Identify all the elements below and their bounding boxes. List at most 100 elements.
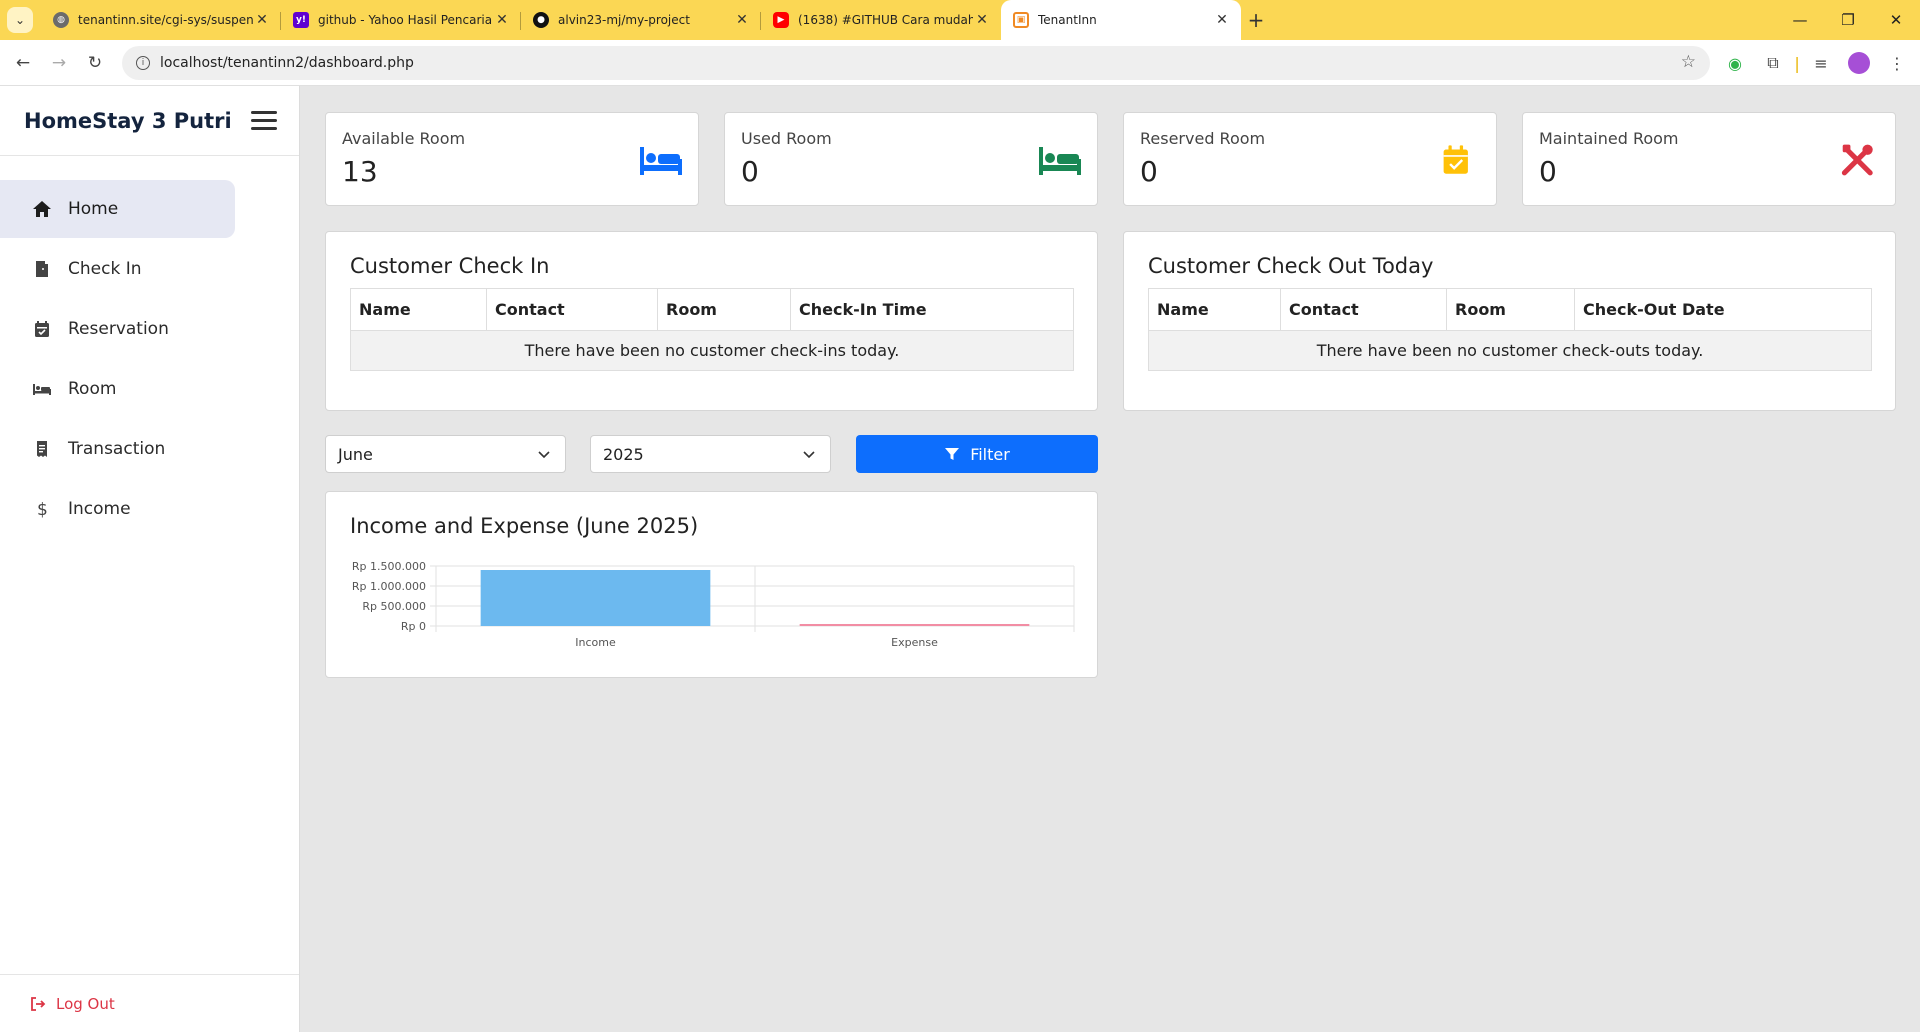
- column-header: Check-In Time: [790, 288, 1074, 331]
- media-queue-icon[interactable]: ≡: [1806, 48, 1836, 78]
- tab-title: alvin23-mj/my-project: [558, 13, 690, 27]
- close-tab-icon[interactable]: ✕: [733, 12, 751, 28]
- chevron-down-icon: [803, 451, 815, 459]
- yahoo-icon: y!: [293, 12, 309, 28]
- browser-tab[interactable]: ▶ (1638) #GITHUB Cara mudah d ✕: [761, 0, 1001, 40]
- profile-avatar-icon[interactable]: [1844, 48, 1874, 78]
- brand-title: HomeStay 3 Putri: [24, 108, 232, 133]
- y-tick-label: Rp 1.500.000: [352, 560, 426, 573]
- sidebar-item-label: Home: [68, 199, 119, 219]
- stat-value: 13: [342, 155, 378, 188]
- column-header: Room: [1446, 288, 1575, 331]
- globe-icon: ◍: [53, 12, 69, 28]
- sidebar-item-label: Income: [68, 499, 131, 519]
- extension-eye-icon[interactable]: ◉: [1720, 48, 1750, 78]
- receipt-icon: [37, 441, 47, 457]
- column-header: Name: [1148, 288, 1281, 331]
- stat-label: Available Room: [342, 129, 466, 148]
- sidebar-item-reservation[interactable]: Reservation: [0, 300, 235, 358]
- sidebar-item-home[interactable]: Home: [0, 180, 235, 238]
- close-tab-icon[interactable]: ✕: [973, 12, 991, 28]
- browser-tab-active[interactable]: ▣ TenantInn ✕: [1001, 0, 1241, 40]
- bar-income: [480, 570, 711, 626]
- check-out-panel: Customer Check Out Today Name Contact Ro…: [1123, 231, 1896, 411]
- toolbar-divider: |: [1794, 53, 1800, 73]
- tools-icon: [1841, 144, 1873, 176]
- check-out-table: Name Contact Room Check-Out Date There h…: [1148, 288, 1872, 371]
- column-header: Room: [657, 288, 791, 331]
- y-tick-label: Rp 0: [401, 620, 426, 633]
- sign-out-icon: [31, 996, 46, 1011]
- check-in-table: Name Contact Room Check-In Time There ha…: [350, 288, 1074, 371]
- column-header: Check-Out Date: [1574, 288, 1872, 331]
- bed-icon: [33, 384, 51, 395]
- month-select-value: June: [338, 444, 373, 464]
- logout-button[interactable]: Log Out: [0, 974, 299, 1032]
- stat-card-used-room: Used Room 0: [724, 112, 1098, 206]
- restore-icon[interactable]: ❐: [1824, 0, 1872, 40]
- income-expense-chart-panel: Income and Expense (June 2025) Rp 0 Rp 50…: [325, 491, 1098, 678]
- reload-icon[interactable]: ↻: [78, 46, 112, 80]
- sidebar-item-label: Reservation: [68, 319, 169, 339]
- x-tick-label: Income: [575, 636, 616, 649]
- forward-arrow-icon[interactable]: →: [42, 46, 76, 80]
- table-header-row: Name Contact Room Check-Out Date: [1148, 288, 1872, 331]
- column-header: Contact: [1280, 288, 1447, 331]
- extensions-puzzle-icon[interactable]: ⧉: [1758, 48, 1788, 78]
- sidebar-header: HomeStay 3 Putri: [0, 86, 299, 156]
- filter-button-label: Filter: [970, 444, 1010, 464]
- logout-label: Log Out: [56, 994, 115, 1013]
- empty-message: There have been no customer check-ins to…: [350, 330, 1074, 371]
- bar-expense: [799, 624, 1030, 626]
- sidebar-item-transaction[interactable]: Transaction: [0, 420, 235, 478]
- year-select[interactable]: 2025: [590, 435, 831, 473]
- panel-title: Customer Check Out Today: [1148, 254, 1434, 278]
- close-tab-icon[interactable]: ✕: [493, 12, 511, 28]
- income-expense-chart: Rp 0 Rp 500.000 Rp 1.000.000 Rp 1.500.000 In…: [352, 560, 1075, 649]
- svg-text:$: $: [37, 500, 48, 519]
- tab-title: TenantInn: [1038, 13, 1097, 27]
- browser-tab[interactable]: y! github - Yahoo Hasil Pencarian ✕: [281, 0, 521, 40]
- minimize-icon[interactable]: —: [1776, 0, 1824, 40]
- panel-title: Customer Check In: [350, 254, 550, 278]
- y-tick-label: Rp 1.000.000: [352, 580, 426, 593]
- calendar-check-icon: [1443, 145, 1468, 174]
- toolbar-right-icons: ◉ ⧉ | ≡ ⋮: [1720, 46, 1912, 80]
- sidebar: HomeStay 3 Putri Home Check In Reservati…: [0, 86, 300, 1032]
- home-icon: [33, 201, 51, 217]
- tenantinn-icon: ▣: [1013, 12, 1029, 28]
- column-header: Name: [350, 288, 487, 331]
- stat-card-available-room: Available Room 13: [325, 112, 699, 206]
- sidebar-item-label: Check In: [68, 259, 142, 279]
- close-window-icon[interactable]: ✕: [1872, 0, 1920, 40]
- table-row: There have been no customer check-ins to…: [350, 330, 1074, 371]
- tab-search-button[interactable]: ⌄: [7, 7, 33, 33]
- stat-card-reserved-room: Reserved Room 0: [1123, 112, 1497, 206]
- close-tab-icon[interactable]: ✕: [253, 12, 271, 28]
- tab-title: github - Yahoo Hasil Pencarian: [318, 13, 493, 27]
- browser-tab[interactable]: ◍ tenantinn.site/cgi-sys/suspende ✕: [41, 0, 281, 40]
- sidebar-item-room[interactable]: Room: [0, 360, 235, 418]
- browser-tab[interactable]: ● alvin23-mj/my-project ✕: [521, 0, 761, 40]
- sidebar-item-check-in[interactable]: Check In: [0, 240, 235, 298]
- year-select-value: 2025: [603, 444, 644, 464]
- stat-card-maintained-room: Maintained Room 0: [1522, 112, 1896, 206]
- address-bar[interactable]: i localhost/tenantinn2/dashboard.php ☆: [122, 46, 1710, 80]
- new-tab-button[interactable]: +: [1241, 0, 1271, 40]
- sidebar-item-label: Transaction: [68, 439, 166, 459]
- month-select[interactable]: June: [325, 435, 566, 473]
- browser-tab-bar: ⌄ ◍ tenantinn.site/cgi-sys/suspende ✕ y!…: [0, 0, 1920, 40]
- y-tick-label: Rp 500.000: [362, 600, 426, 613]
- hamburger-menu-icon[interactable]: [251, 111, 277, 130]
- bookmark-star-icon[interactable]: ☆: [1681, 52, 1696, 72]
- back-arrow-icon[interactable]: ←: [6, 46, 40, 80]
- table-header-row: Name Contact Room Check-In Time: [350, 288, 1074, 331]
- dollar-icon: $: [37, 500, 48, 519]
- site-info-icon[interactable]: i: [136, 56, 150, 70]
- browser-menu-icon[interactable]: ⋮: [1882, 48, 1912, 78]
- stat-value: 0: [741, 155, 759, 188]
- close-tab-icon[interactable]: ✕: [1213, 12, 1231, 28]
- sidebar-item-income[interactable]: $ Income: [0, 480, 235, 538]
- tab-title: (1638) #GITHUB Cara mudah d: [798, 13, 973, 27]
- filter-button[interactable]: Filter: [856, 435, 1098, 473]
